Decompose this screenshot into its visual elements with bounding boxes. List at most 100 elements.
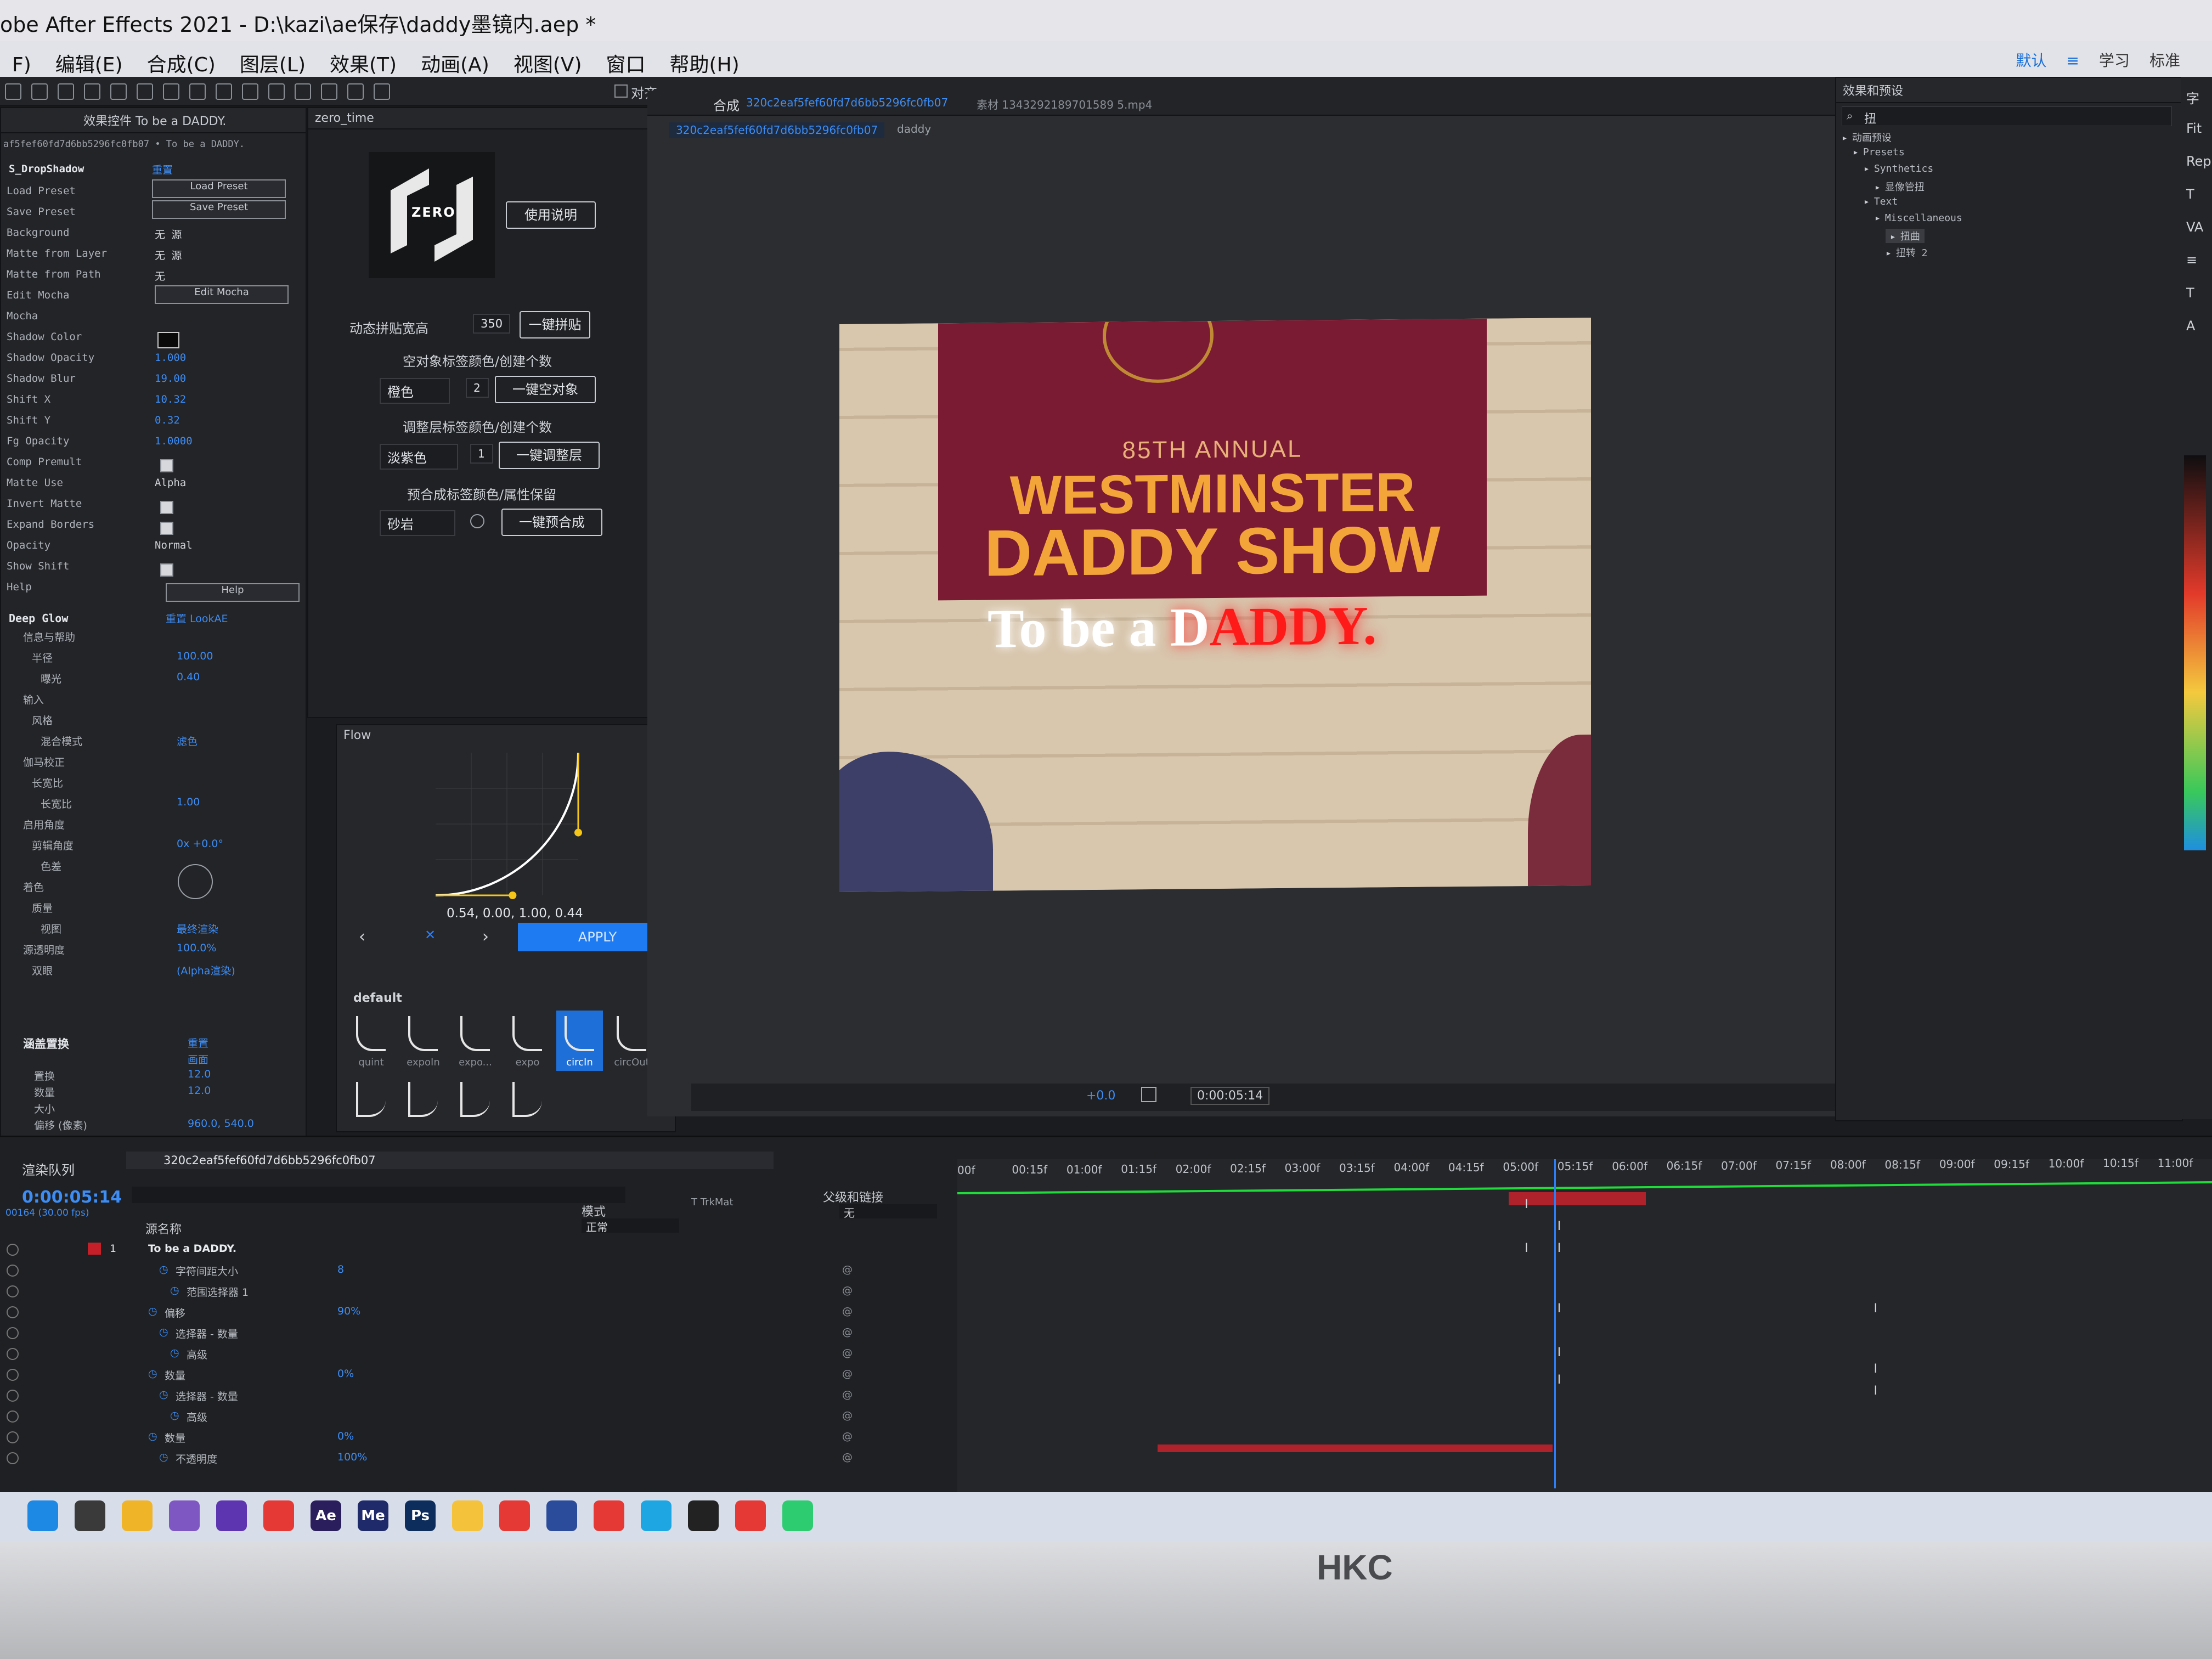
- composition-tab-label[interactable]: 合成: [713, 95, 740, 114]
- property-value[interactable]: 8: [337, 1263, 344, 1276]
- photos-icon[interactable]: [169, 1500, 200, 1531]
- type-tool-icon[interactable]: [242, 83, 258, 100]
- parent-select[interactable]: 无: [839, 1204, 937, 1220]
- effects-tree-item[interactable]: ▸ Presets: [1853, 146, 1905, 158]
- character-tool[interactable]: Fit: [2186, 121, 2202, 136]
- pickwhip-icon[interactable]: @: [842, 1305, 853, 1317]
- timeline-current-time[interactable]: 0:00:05:14: [22, 1188, 122, 1207]
- prop-value[interactable]: 100.0%: [177, 942, 216, 954]
- files-icon[interactable]: [452, 1500, 483, 1531]
- prop-value[interactable]: 无: [155, 268, 165, 283]
- prop-value[interactable]: Normal: [155, 539, 193, 551]
- null-color-select[interactable]: 橙色: [380, 378, 450, 404]
- preset-group-label[interactable]: default: [353, 991, 402, 1005]
- prop-value[interactable]: 滤色: [177, 733, 198, 748]
- qq-icon[interactable]: [688, 1500, 719, 1531]
- prop-checkbox[interactable]: [160, 563, 173, 577]
- prop-checkbox[interactable]: [160, 501, 173, 514]
- workspace-default[interactable]: 默认: [2006, 41, 2056, 78]
- timeline-comp-tab[interactable]: 320c2eaf5fef60fd7d6bb5296fc0fb07: [163, 1154, 376, 1167]
- layer-mode-select[interactable]: 正常: [582, 1218, 679, 1234]
- stopwatch-icon[interactable]: ◷: [159, 1451, 168, 1463]
- effect-name-dropshadow[interactable]: S_DropShadow: [9, 163, 84, 175]
- puppet-tool-icon[interactable]: [374, 83, 390, 100]
- visibility-eye-icon[interactable]: [7, 1244, 19, 1256]
- table-row[interactable]: ◷ 选择器 - 数量 @: [0, 1325, 955, 1344]
- prop-value[interactable]: 0.40: [177, 671, 200, 683]
- pen-tool-icon[interactable]: [216, 83, 232, 100]
- hand-tool-icon[interactable]: [31, 83, 48, 100]
- table-row[interactable]: 1 To be a DADDY.: [0, 1242, 955, 1260]
- folder-icon[interactable]: [122, 1500, 153, 1531]
- col-mode[interactable]: 模式: [582, 1202, 606, 1220]
- table-row[interactable]: ◷ 数量 0% @: [0, 1429, 955, 1448]
- effects-tree-item[interactable]: ▸ Synthetics: [1864, 163, 1933, 174]
- pan-tool-icon[interactable]: [110, 83, 127, 100]
- prop-value[interactable]: 12.0: [188, 1085, 211, 1097]
- table-row[interactable]: ◷ 选择器 - 数量 @: [0, 1387, 955, 1406]
- character-tool[interactable]: T: [2186, 187, 2194, 202]
- eraser-tool-icon[interactable]: [321, 83, 337, 100]
- table-row[interactable]: ◷ 偏移 90% @: [0, 1304, 955, 1323]
- keyframe-marker[interactable]: I: [1874, 1384, 1878, 1398]
- visibility-eye-icon[interactable]: [7, 1369, 19, 1381]
- pickwhip-icon[interactable]: @: [842, 1451, 853, 1463]
- stopwatch-icon[interactable]: ◷: [148, 1368, 157, 1380]
- ease-out-icon[interactable]: ›: [482, 927, 489, 946]
- col-trkmat[interactable]: T TrkMat: [691, 1197, 733, 1208]
- visibility-eye-icon[interactable]: [7, 1431, 19, 1443]
- ps-icon[interactable]: Ps: [405, 1500, 436, 1531]
- effects-tree-item[interactable]: ▸ 动画预设: [1842, 130, 1892, 144]
- deep-glow-links[interactable]: 重置 LookAE: [166, 611, 228, 625]
- wechat-icon[interactable]: [782, 1500, 813, 1531]
- displace-reset-link[interactable]: 重置: [188, 1035, 208, 1050]
- layer-name[interactable]: To be a DADDY.: [148, 1243, 236, 1255]
- character-tool[interactable]: ≡: [2186, 252, 2197, 268]
- visibility-eye-icon[interactable]: [7, 1265, 19, 1277]
- tile-size-input[interactable]: 350: [473, 314, 510, 334]
- character-tool[interactable]: T: [2186, 285, 2194, 301]
- prop-value[interactable]: 19.00: [155, 373, 186, 385]
- layer-label-color[interactable]: [88, 1243, 101, 1255]
- keyframe-marker[interactable]: I: [1874, 1362, 1878, 1376]
- youtube-icon[interactable]: [735, 1500, 766, 1531]
- shadow-color-swatch[interactable]: [157, 332, 179, 348]
- visibility-eye-icon[interactable]: [7, 1452, 19, 1464]
- prop-value[interactable]: 1.00: [177, 796, 200, 808]
- flow-preset-tile[interactable]: [348, 1076, 394, 1126]
- footage-tab[interactable]: 素材 1343292189701589 5.mp4: [977, 96, 1152, 112]
- flow-preset-tile[interactable]: expoIn: [400, 1011, 447, 1071]
- character-tool[interactable]: 字: [2186, 88, 2199, 107]
- table-row[interactable]: ◷ 字符间距大小 8 @: [0, 1262, 955, 1281]
- help-button[interactable]: Help: [166, 583, 300, 602]
- rectangle-tool-icon[interactable]: [189, 83, 206, 100]
- flow-preset-tile[interactable]: [400, 1076, 447, 1126]
- adjustment-count-input[interactable]: 1: [470, 444, 493, 464]
- stopwatch-icon[interactable]: ◷: [170, 1409, 179, 1421]
- visibility-eye-icon[interactable]: [7, 1390, 19, 1402]
- prop-value[interactable]: 10.32: [155, 393, 186, 405]
- load-preset-button[interactable]: Load Preset: [152, 179, 286, 198]
- precomp-keep-radio[interactable]: [470, 514, 484, 528]
- stopwatch-icon[interactable]: ◷: [159, 1326, 168, 1338]
- keyframe-marker[interactable]: I: [1558, 1242, 1561, 1255]
- tile-button[interactable]: 一键拼贴: [520, 311, 590, 338]
- stopwatch-icon[interactable]: ◷: [159, 1263, 168, 1276]
- youtube-icon[interactable]: [594, 1500, 624, 1531]
- prop-value[interactable]: 最终渲染: [177, 921, 218, 936]
- property-value[interactable]: 90%: [337, 1305, 360, 1317]
- prop-value[interactable]: 1.000: [155, 352, 186, 364]
- effects-tree-item[interactable]: ▸ 显像管扭: [1875, 179, 1925, 194]
- col-source-name[interactable]: 源名称: [145, 1220, 182, 1237]
- effects-tree-item[interactable]: ▸ Text: [1864, 196, 1898, 207]
- ease-in-icon[interactable]: ‹: [359, 927, 365, 946]
- rotate-tool-icon[interactable]: [137, 83, 153, 100]
- property-value[interactable]: 0%: [337, 1430, 354, 1442]
- table-row[interactable]: ◷ 不透明度 100% @: [0, 1450, 955, 1469]
- save-preset-button[interactable]: Save Preset: [152, 200, 286, 219]
- table-row[interactable]: ◷ 数量 0% @: [0, 1367, 955, 1385]
- prop-value[interactable]: 画面: [188, 1052, 208, 1066]
- bezier-handle[interactable]: [574, 828, 582, 837]
- prop-value[interactable]: (Alpha渲染): [177, 963, 235, 978]
- windows-icon[interactable]: [27, 1500, 58, 1531]
